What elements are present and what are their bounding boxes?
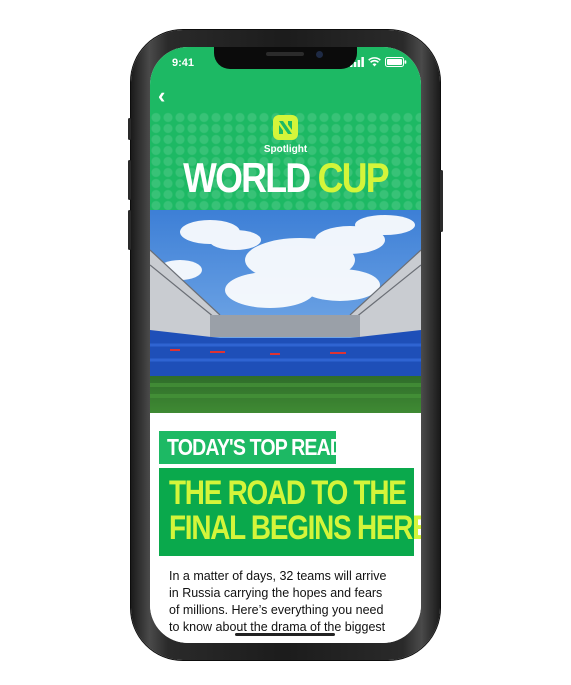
hero-image[interactable] (150, 210, 421, 413)
mute-switch (128, 118, 131, 140)
title-world: WORLD (183, 154, 311, 201)
earpiece-speaker (266, 52, 304, 56)
front-camera (316, 51, 323, 58)
wifi-icon (368, 57, 381, 67)
body-line: in Russia carrying the hopes and fears (169, 586, 383, 600)
home-indicator[interactable] (235, 633, 335, 636)
spotlight-header: ‹ Spotlight WORLD CUP (150, 77, 421, 210)
body-line: of millions. Here’s everything you need (169, 603, 384, 617)
body-line: In a matter of days, 32 teams will arriv… (169, 569, 387, 583)
title-cup: CUP (317, 154, 390, 201)
top-read-label: TODAY'S TOP READ (159, 431, 344, 464)
system-icons (350, 57, 407, 67)
top-read-text: TODAY'S TOP READ (167, 434, 344, 460)
article-headline[interactable]: THE ROAD TO THE FINAL BEGINS HERE (159, 468, 421, 556)
status-time: 9:41 (172, 57, 195, 69)
volume-down-button (128, 210, 131, 250)
volume-up-button (128, 160, 131, 200)
back-button[interactable]: ‹ (158, 83, 165, 109)
battery-icon (385, 57, 407, 67)
power-button (440, 170, 443, 232)
article-body: In a matter of days, 32 teams will arriv… (169, 568, 409, 636)
article-content[interactable]: TODAY'S TOP READ THE ROAD TO THE FINAL B… (150, 413, 421, 643)
section-title: WORLD CUP (170, 154, 400, 202)
notch (214, 47, 357, 69)
apple-news-icon (273, 115, 298, 140)
status-bar: 9:41 (150, 47, 421, 77)
headline-line: FINAL BEGINS HERE (169, 509, 421, 547)
headline-line: THE ROAD TO THE (169, 474, 407, 512)
stadium-photo (150, 210, 421, 413)
phone-screen: 9:41 ‹ Spotlight WORLD CUP TODAY'S TOP R… (150, 47, 421, 643)
